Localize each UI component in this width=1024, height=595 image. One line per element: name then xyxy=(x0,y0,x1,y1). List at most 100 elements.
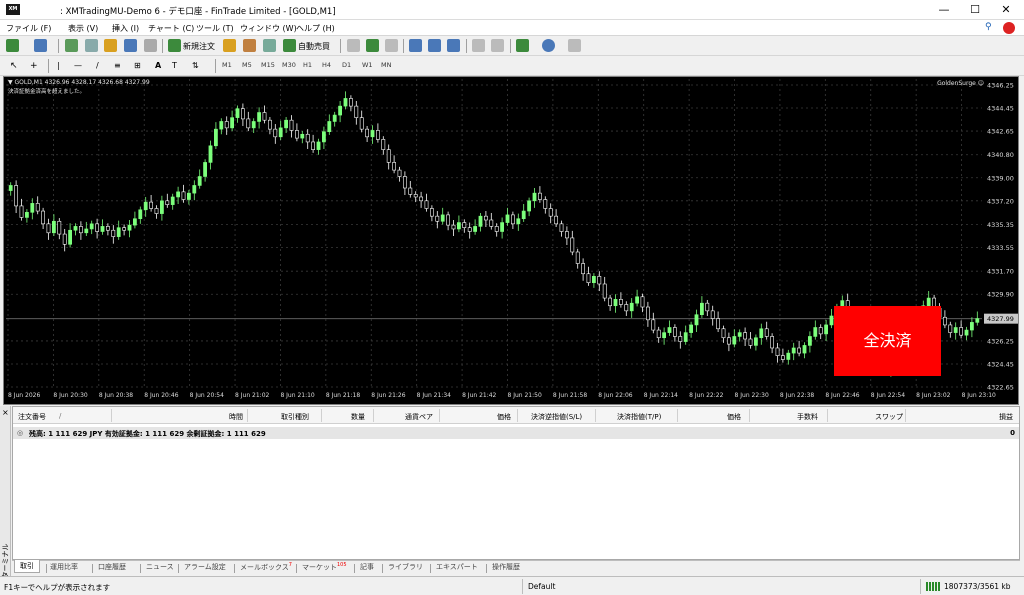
autoscroll-icon[interactable] xyxy=(472,39,485,52)
data-window-icon[interactable] xyxy=(85,39,98,52)
bar-chart-icon[interactable] xyxy=(347,39,360,52)
text-icon[interactable]: A xyxy=(155,61,161,70)
crosshair-icon[interactable]: + xyxy=(30,61,38,71)
fibonacci-icon[interactable]: ⊞ xyxy=(134,61,141,70)
auto-trading-button[interactable]: 自動売買 xyxy=(298,41,330,52)
candle-body xyxy=(170,196,175,205)
expert-advisor-label: GoldenSurge ☺ xyxy=(937,80,984,87)
zoom-in-icon[interactable] xyxy=(409,39,422,52)
candle-body xyxy=(35,203,40,212)
col-stop-loss[interactable]: 決済逆指値(S/L) xyxy=(531,412,582,422)
tab-mailbox[interactable]: メールボックス7 xyxy=(240,562,292,572)
tab-exposure[interactable]: 運用比率 xyxy=(50,562,78,572)
indicators-icon[interactable] xyxy=(516,39,529,52)
menu-chart[interactable]: チャート (C) xyxy=(148,23,194,34)
close-button[interactable]: ✕ xyxy=(992,2,1020,18)
col-price[interactable]: 価格 xyxy=(727,412,741,422)
tab-trade[interactable]: 取引 xyxy=(14,560,40,573)
candle-body xyxy=(235,108,240,118)
col-take-profit[interactable]: 決済指値(T/P) xyxy=(617,412,661,422)
tab-account-history[interactable]: 口座履歴 xyxy=(98,562,126,572)
tester-icon[interactable] xyxy=(144,39,157,52)
col-swap[interactable]: スワップ xyxy=(875,412,903,422)
horizontal-line-icon[interactable]: — xyxy=(74,61,82,70)
col-symbol[interactable]: 通貨ペア xyxy=(405,412,433,422)
minimize-button[interactable]: — xyxy=(930,2,958,18)
col-divider xyxy=(749,409,750,422)
signals-icon[interactable] xyxy=(243,39,256,52)
vertical-line-icon[interactable]: | xyxy=(57,61,60,70)
tab-articles[interactable]: 記事 xyxy=(360,562,374,572)
meta-editor-icon[interactable] xyxy=(223,39,236,52)
timeframe-h4[interactable]: H4 xyxy=(322,61,331,69)
col-time[interactable]: 時間 xyxy=(229,412,243,422)
menu-file[interactable]: ファイル (F) xyxy=(6,23,51,34)
close-all-button[interactable]: 全決済 xyxy=(834,306,941,376)
navigator-icon[interactable] xyxy=(104,39,117,52)
timeframe-d1[interactable]: D1 xyxy=(342,61,351,69)
search-icon[interactable]: ⚲ xyxy=(985,22,992,32)
menu-insert[interactable]: 挿入 (I) xyxy=(112,23,139,34)
tab-journal[interactable]: 操作履歴 xyxy=(492,562,520,572)
profiles-icon[interactable] xyxy=(34,39,47,52)
cursor-icon[interactable]: ↖ xyxy=(10,61,18,71)
periods-icon[interactable] xyxy=(542,39,555,52)
notification-icon[interactable] xyxy=(1003,22,1015,34)
candle-body xyxy=(446,214,451,226)
candlestick-icon[interactable] xyxy=(366,39,379,52)
market-icon[interactable] xyxy=(263,39,276,52)
menu-help[interactable]: ヘルプ (H) xyxy=(296,23,335,34)
timeframe-m15[interactable]: M15 xyxy=(261,61,275,69)
tab-library[interactable]: ライブラリ xyxy=(388,562,423,572)
menu-tools[interactable]: ツール (T) xyxy=(196,23,234,34)
col-commission[interactable]: 手数料 xyxy=(797,412,818,422)
tab-experts[interactable]: エキスパート xyxy=(436,562,478,572)
new-order-icon[interactable] xyxy=(168,39,181,52)
market-watch-icon[interactable] xyxy=(65,39,78,52)
line-chart-icon[interactable] xyxy=(385,39,398,52)
tile-windows-icon[interactable] xyxy=(447,39,460,52)
menu-view[interactable]: 表示 (V) xyxy=(68,23,98,34)
candle-body xyxy=(467,227,472,232)
tab-alerts[interactable]: アラーム設定 xyxy=(184,562,226,572)
toolbar-separator xyxy=(340,39,341,53)
timeframe-h1[interactable]: H1 xyxy=(303,61,312,69)
col-order[interactable]: 注文番号 xyxy=(18,412,46,422)
candle-body xyxy=(51,220,56,234)
balance-row[interactable]: ◎ 残高: 1 111 629 JPY 有効証拠金: 1 111 629 余剰証… xyxy=(13,427,1019,439)
tab-market[interactable]: マーケット105 xyxy=(302,562,347,572)
candle-body xyxy=(570,237,575,253)
col-profit[interactable]: 損益 xyxy=(999,412,1013,422)
timeframe-mn[interactable]: MN xyxy=(381,61,391,69)
chart-shift-icon[interactable] xyxy=(491,39,504,52)
terminal-icon[interactable] xyxy=(124,39,137,52)
candle-body xyxy=(764,328,769,337)
new-order-button[interactable]: 新規注文 xyxy=(183,41,215,52)
candle-body xyxy=(581,263,586,275)
tab-separator xyxy=(92,564,93,573)
templates-icon[interactable] xyxy=(568,39,581,52)
maximize-button[interactable]: ☐ xyxy=(961,2,989,18)
col-open-price[interactable]: 価格 xyxy=(497,412,511,422)
timeframe-m1[interactable]: M1 xyxy=(222,61,232,69)
candle-body xyxy=(440,214,445,222)
price-chart[interactable]: 4346.25 4344.45 4342.65 4340.80 4339.00 4337.… xyxy=(3,76,1019,405)
candle-body xyxy=(813,327,818,337)
col-type[interactable]: 取引種別 xyxy=(281,412,309,422)
y-tick-label: 4331.70 xyxy=(987,268,1014,276)
tab-news[interactable]: ニュース xyxy=(146,562,174,572)
auto-trading-icon[interactable] xyxy=(283,39,296,52)
shapes-icon[interactable]: ⇅ xyxy=(192,61,199,70)
channel-icon[interactable]: ≡ xyxy=(114,61,121,70)
menu-window[interactable]: ウィンドウ (W) xyxy=(240,23,297,34)
new-chart-icon[interactable] xyxy=(6,39,19,52)
timeframe-m30[interactable]: M30 xyxy=(282,61,296,69)
terminal-close-icon[interactable]: × xyxy=(2,408,9,417)
zoom-out-icon[interactable] xyxy=(428,39,441,52)
col-volume[interactable]: 数量 xyxy=(351,412,365,422)
candle-body xyxy=(699,302,704,315)
text-label-icon[interactable]: T xyxy=(172,61,177,70)
timeframe-m5[interactable]: M5 xyxy=(242,61,252,69)
timeframe-w1[interactable]: W1 xyxy=(362,61,373,69)
trendline-icon[interactable]: / xyxy=(96,61,99,70)
